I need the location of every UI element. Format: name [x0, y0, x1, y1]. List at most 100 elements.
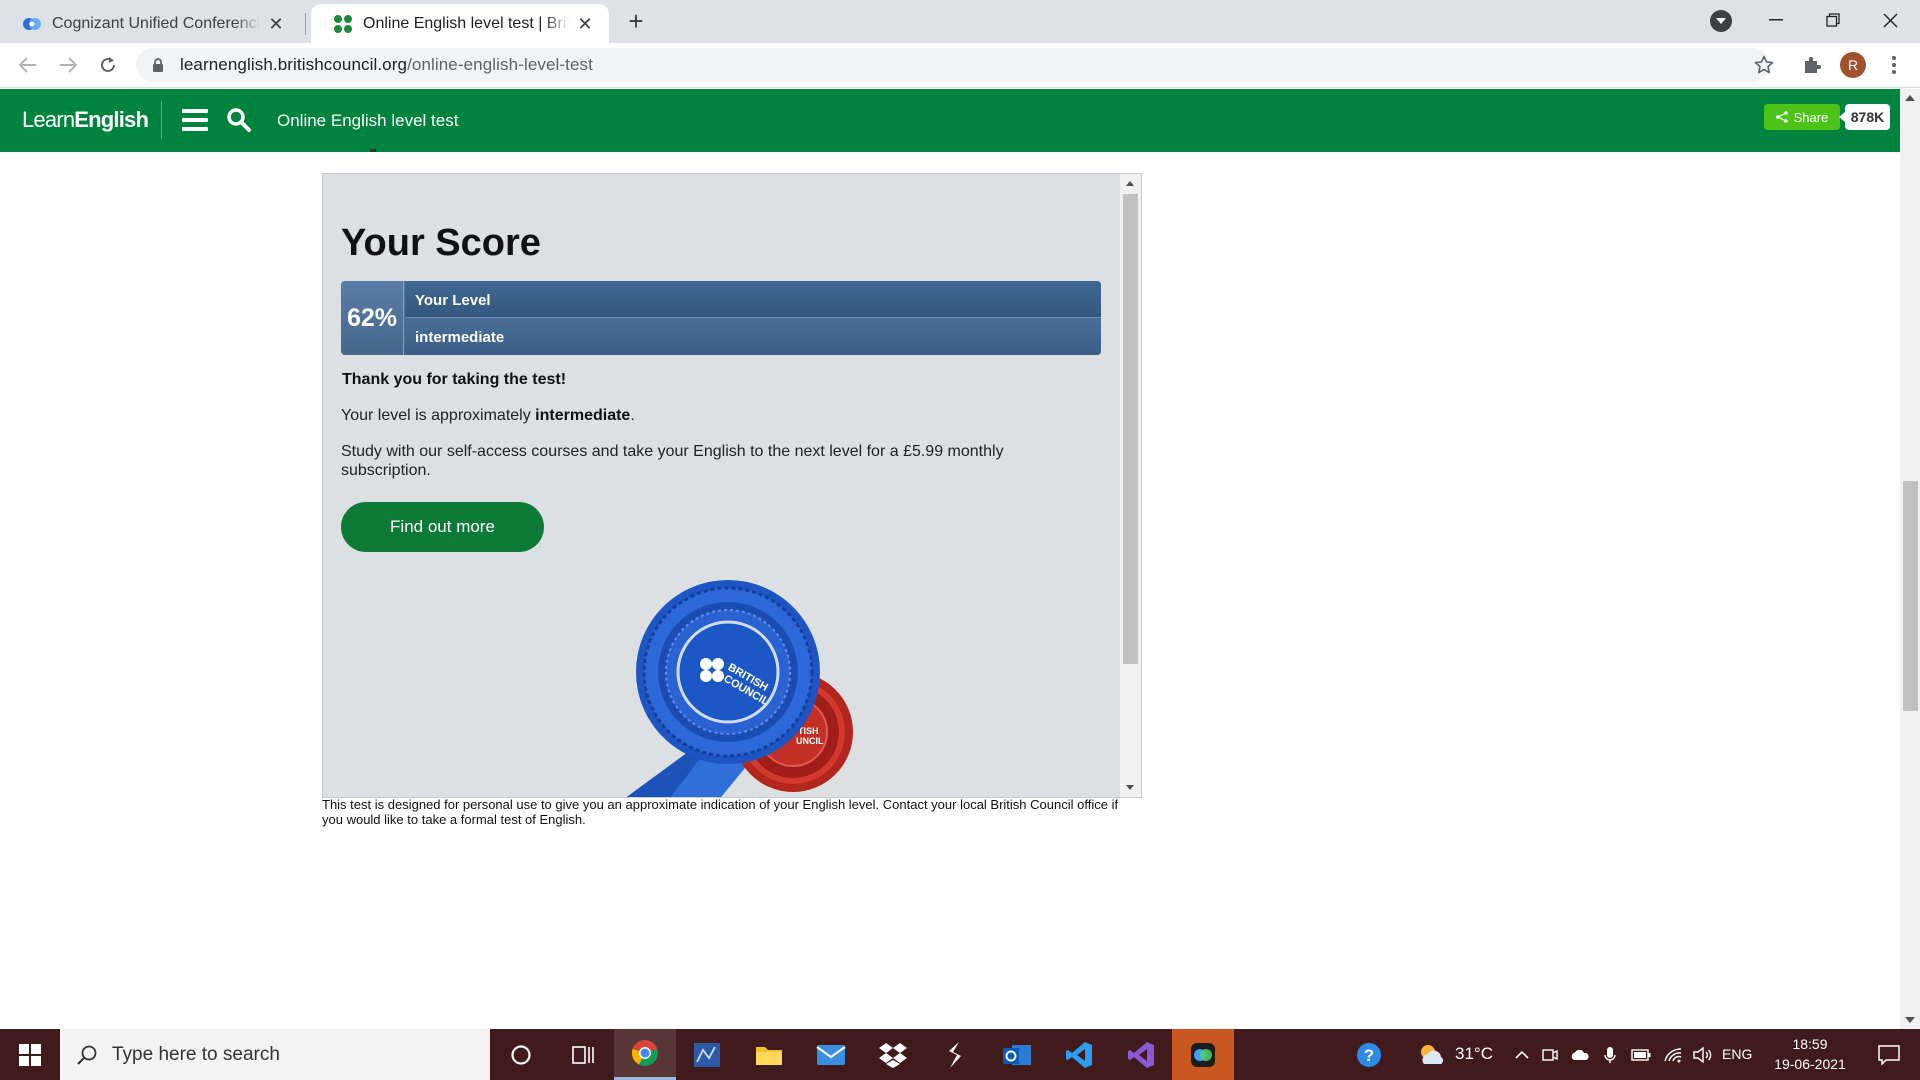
lock-icon[interactable] — [150, 57, 166, 73]
microphone-icon[interactable] — [1596, 1029, 1624, 1080]
svg-text:?: ? — [1364, 1046, 1374, 1065]
meet-now-icon[interactable] — [1536, 1029, 1564, 1080]
reload-button[interactable] — [94, 51, 122, 79]
header-divider — [161, 101, 162, 139]
windows-taskbar: Type here to search ? 31°C ENG 18:59 19-… — [0, 1029, 1920, 1080]
onedrive-icon[interactable] — [1566, 1029, 1594, 1080]
language-indicator[interactable]: ENG — [1722, 1046, 1752, 1062]
scroll-down-arrow-icon[interactable] — [1126, 785, 1134, 790]
battery-icon[interactable] — [1626, 1029, 1656, 1080]
temperature[interactable]: 31°C — [1455, 1044, 1493, 1064]
find-out-more-button[interactable]: Find out more — [341, 502, 544, 552]
svg-text:UNCIL: UNCIL — [796, 736, 824, 746]
scrollbar-thumb[interactable] — [1903, 481, 1918, 711]
url-text: learnenglish.britishcouncil.org/online-e… — [180, 55, 593, 75]
result-frame: Your Score 62% Your Level intermediate T… — [322, 173, 1142, 798]
score-percent: 62% — [341, 281, 404, 355]
profile-avatar[interactable]: R — [1840, 52, 1866, 78]
cortana-icon[interactable] — [490, 1029, 552, 1080]
volume-icon[interactable] — [1688, 1029, 1716, 1080]
hamburger-menu-icon[interactable] — [182, 109, 208, 131]
approx-prefix: Your level is approximately — [341, 407, 536, 424]
share-count: 878K — [1839, 104, 1890, 130]
start-button[interactable] — [0, 1029, 60, 1080]
cognizant-icon — [22, 14, 42, 34]
notifications-icon[interactable] — [1858, 1029, 1920, 1080]
scroll-up-arrow-icon[interactable] — [1126, 181, 1134, 186]
scroll-up-arrow-icon[interactable] — [1905, 95, 1915, 101]
level-value: intermediate — [415, 329, 505, 346]
tab-title: Cognizant Unified Conferencing | — [52, 14, 260, 32]
level-label-row: Your Level — [405, 281, 1101, 318]
share-icon — [1775, 111, 1788, 123]
network-tool-icon[interactable] — [676, 1029, 738, 1080]
minimize-button[interactable] — [1748, 0, 1804, 40]
logo-learn: Learn — [22, 107, 75, 132]
site-header: LearnEnglish Online English level test S… — [0, 89, 1900, 152]
clipped-text-fragment — [370, 146, 384, 152]
page-title: Online English level test — [277, 111, 459, 130]
back-button[interactable] — [14, 51, 42, 79]
tab-search-icon[interactable] — [1710, 10, 1732, 32]
extensions-puzzle-icon[interactable] — [1798, 51, 1826, 79]
close-icon[interactable]: ✕ — [575, 14, 595, 34]
approx-level: intermediate — [535, 407, 631, 424]
page-scrollbar[interactable] — [1900, 89, 1920, 1029]
thanks-message: Thank you for taking the test! — [342, 371, 567, 388]
address-bar[interactable]: learnenglish.britishcouncil.org/online-e… — [136, 48, 1770, 82]
tab-title: Online English level test | British Coun… — [363, 14, 569, 32]
chevron-up-icon[interactable] — [1505, 1029, 1539, 1080]
forward-button[interactable] — [54, 51, 82, 79]
tab-strip: Cognizant Unified Conferencing | ✕ Onlin… — [0, 0, 1920, 43]
close-window-button[interactable] — [1862, 0, 1918, 40]
study-text: Study with our self-access courses and t… — [341, 443, 1004, 479]
approx-level-text: Your level is approximately intermediate… — [341, 407, 635, 425]
share-button[interactable]: Share — [1764, 104, 1840, 130]
close-icon[interactable]: ✕ — [266, 14, 286, 34]
tab-level-test[interactable]: Online English level test | British Coun… — [311, 4, 609, 43]
sublime-like-icon[interactable] — [924, 1029, 986, 1080]
learnenglish-logo[interactable]: LearnEnglish — [22, 107, 149, 133]
disclaimer-text: This test is designed for personal use t… — [322, 797, 1119, 827]
help-icon[interactable]: ? — [1338, 1029, 1400, 1080]
vscode-icon[interactable] — [1048, 1029, 1110, 1080]
dropbox-icon[interactable] — [862, 1029, 924, 1080]
task-view-icon[interactable] — [552, 1029, 614, 1080]
score-heading: Your Score — [341, 222, 541, 264]
tab-cognizant[interactable]: Cognizant Unified Conferencing | ✕ — [0, 4, 300, 43]
level-label: Your Level — [415, 292, 491, 309]
level-value-row: intermediate — [405, 318, 1101, 355]
scroll-down-arrow-icon[interactable] — [1905, 1017, 1915, 1023]
url-path: /online-english-level-test — [407, 55, 593, 74]
tab-separator — [305, 13, 306, 35]
wifi-icon[interactable] — [1658, 1029, 1688, 1080]
new-tab-button[interactable]: + — [622, 8, 650, 36]
search-icon[interactable] — [226, 107, 252, 133]
file-explorer-icon[interactable] — [738, 1029, 800, 1080]
clock-time: 18:59 — [1792, 1036, 1828, 1052]
logo-english: English — [74, 107, 149, 132]
taskbar-search-placeholder: Type here to search — [112, 1043, 280, 1065]
search-icon — [77, 1045, 97, 1065]
taskbar-search-box[interactable]: Type here to search — [60, 1029, 490, 1080]
frame-scrollbar[interactable] — [1120, 174, 1141, 797]
bookmark-star-icon[interactable] — [1750, 51, 1778, 79]
clock-date: 19-06-2021 — [1774, 1056, 1846, 1072]
approx-suffix: . — [630, 407, 635, 424]
browser-menu-icon[interactable] — [1884, 51, 1904, 79]
visual-studio-icon[interactable] — [1110, 1029, 1172, 1080]
score-box: 62% Your Level intermediate — [341, 281, 1101, 355]
webex-icon[interactable] — [1172, 1029, 1234, 1080]
share-label: Share — [1793, 109, 1829, 125]
weather-icon[interactable] — [1400, 1029, 1462, 1080]
chrome-icon[interactable] — [614, 1029, 676, 1080]
browser-toolbar: learnenglish.britishcouncil.org/online-e… — [0, 43, 1920, 88]
restore-button[interactable] — [1805, 0, 1861, 40]
scrollbar-thumb[interactable] — [1123, 194, 1138, 664]
british-council-icon — [333, 14, 353, 34]
outlook-icon[interactable] — [986, 1029, 1048, 1080]
mail-icon[interactable] — [800, 1029, 862, 1080]
url-host: learnenglish.britishcouncil.org — [180, 55, 408, 74]
british-council-rosette-image: TISH UNCIL BRITISH COUNCIL — [626, 580, 853, 797]
clock[interactable]: 18:59 19-06-2021 — [1760, 1034, 1860, 1074]
